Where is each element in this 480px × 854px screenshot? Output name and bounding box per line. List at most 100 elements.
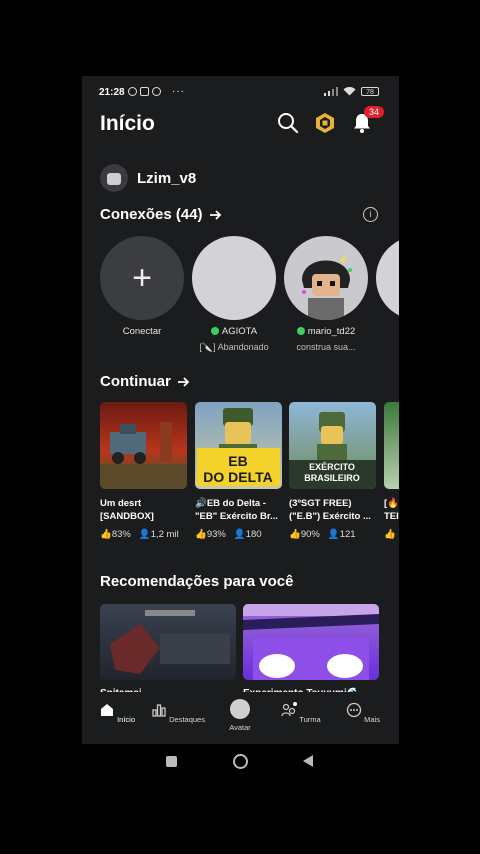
nav-item-more[interactable]: Mais [333, 702, 393, 724]
game-players: 180 [245, 529, 262, 540]
game-players: 121 [339, 529, 356, 540]
signal-icon [324, 86, 338, 96]
nav-label: Início [117, 715, 136, 724]
recommendation-card[interactable] [243, 604, 379, 680]
chat-icon [152, 87, 161, 96]
home-system-button[interactable] [233, 754, 248, 769]
info-icon[interactable]: i [363, 207, 378, 222]
nav-label: Avatar [229, 723, 251, 732]
wifi-icon [343, 87, 356, 96]
connection-avatar [376, 236, 399, 320]
game-title: Um desrt [SANDBOX] [100, 498, 154, 522]
game-art [110, 610, 230, 674]
game-title: [🔥 TEI [384, 498, 399, 522]
connection-avatar [192, 236, 276, 320]
connection-status: construa sua... [296, 342, 356, 352]
recommendation-card[interactable] [100, 604, 236, 680]
connection-name-text: AGIOTA [221, 326, 258, 337]
connection-name [375, 326, 399, 337]
avatar [100, 164, 128, 192]
nav-item-home[interactable]: Início [87, 702, 147, 724]
svg-text:BRASILEIRO: BRASILEIRO [304, 473, 360, 483]
whatsapp-icon [128, 87, 137, 96]
header: Início [100, 112, 390, 152]
game-title: (3ºSGT FREE) ("E.B") Exército ... [289, 498, 371, 522]
plus-icon: + [132, 259, 152, 297]
game-art: EXÉRCITO BRASILEIRO [289, 412, 376, 489]
game-art: EB DO DELTA [197, 408, 280, 486]
continue-title: Continuar [100, 373, 171, 390]
game-thumbnail: EB DO DELTA [195, 402, 282, 489]
status-time: 21:28 [99, 87, 125, 98]
connection-name: Conectar [122, 326, 162, 337]
connection-item-partial[interactable] [375, 236, 399, 337]
nav-label: Turma [299, 715, 321, 724]
game-thumbnail [384, 402, 399, 489]
game-thumbnail: EXÉRCITO BRASILEIRO [289, 402, 376, 489]
people-icon [281, 702, 298, 717]
avatar-icon [230, 699, 250, 719]
players-icon: 👤1,2 mil [138, 529, 179, 540]
connections-header[interactable]: Conexões (44) [100, 206, 222, 223]
continue-carousel: Um desrt [SANDBOX] 👍83% 👤1,2 mil EB DO D… [100, 402, 399, 552]
more-notifications-icon: ··· [172, 86, 185, 97]
home-icon [100, 704, 113, 716]
connection-name: AGIOTA [191, 326, 277, 337]
arrow-right-icon [209, 209, 221, 220]
instagram-icon [140, 87, 149, 96]
notification-badge: 34 [364, 106, 385, 118]
page-title: Início [100, 112, 155, 135]
recents-button[interactable] [166, 756, 177, 767]
system-nav-bar [0, 748, 480, 778]
connection-item-agiota[interactable]: AGIOTA [🔪] Abandonado [191, 236, 277, 353]
game-stats: 👍83% 👤1,2 mil [100, 529, 187, 540]
search-button[interactable] [277, 112, 301, 136]
game-stats: 👍93% 👤180 [195, 529, 282, 540]
recommendations-header: Recomendações para você [100, 573, 293, 590]
battery-icon: 78 [361, 86, 379, 96]
connect-item[interactable]: + Conectar [99, 236, 185, 337]
connection-status: [🔪] Abandonado [199, 342, 269, 352]
game-card-partial[interactable]: [🔥 TEI 👍 [384, 402, 399, 540]
game-card[interactable]: EXÉRCITO BRASILEIRO (3ºSGT FREE) ("E.B")… [289, 402, 376, 540]
connection-item-mario[interactable]: mario_td22 construa sua... [283, 236, 369, 352]
game-rating: 93% [206, 529, 226, 540]
game-thumbnail [100, 402, 187, 489]
nav-item-avatar[interactable]: Avatar [210, 699, 270, 732]
players-icon: 👤121 [327, 529, 356, 540]
nav-item-charts[interactable]: Destaques [148, 702, 208, 724]
charts-icon [152, 704, 166, 717]
more-icon [346, 702, 362, 718]
svg-text:EXÉRCITO: EXÉRCITO [309, 462, 355, 472]
search-icon [278, 113, 299, 134]
game-card[interactable]: EB DO DELTA 🔊EB do Delta - "EB" Exército… [195, 402, 282, 540]
connection-avatar [284, 236, 368, 320]
game-rating: 90% [300, 529, 320, 540]
continue-header[interactable]: Continuar [100, 373, 190, 390]
character-avatar-icon [302, 254, 352, 320]
arrow-right-icon [177, 376, 190, 387]
robux-button[interactable] [314, 112, 338, 136]
connections-carousel: + Conectar AGIOTA [🔪] Abandonado mario_t… [99, 236, 399, 361]
add-connection-button[interactable]: + [100, 236, 184, 320]
svg-text:EB: EB [228, 453, 247, 469]
recommendations-grid: Snitamai Experimento Tsuyumi🌊 [100, 604, 399, 699]
game-stats: 👍90% 👤121 [289, 529, 376, 540]
game-art [243, 604, 379, 680]
game-rating: 83% [111, 529, 131, 540]
user-profile-row[interactable]: Lzim_v8 [100, 164, 196, 192]
status-notification-icons: ··· [128, 86, 185, 97]
thumbs-up-icon: 👍83% [100, 529, 131, 540]
thumbs-up-icon: 👍90% [289, 529, 320, 540]
nav-item-people[interactable]: Turma [271, 702, 331, 724]
svg-text:DO DELTA: DO DELTA [203, 469, 272, 485]
thumbs-up-icon: 👍93% [195, 529, 226, 540]
thumbs-up-icon: 👍 [384, 529, 396, 540]
back-button[interactable] [302, 754, 314, 768]
game-title: 🔊EB do Delta - "EB" Exército Br... [195, 498, 278, 522]
game-card[interactable]: Um desrt [SANDBOX] 👍83% 👤1,2 mil [100, 402, 187, 540]
username: Lzim_v8 [137, 169, 197, 187]
status-bar: 21:28 ··· 78 [82, 76, 399, 108]
robux-icon [316, 113, 334, 133]
recommendations-title: Recomendações para você [100, 573, 294, 590]
